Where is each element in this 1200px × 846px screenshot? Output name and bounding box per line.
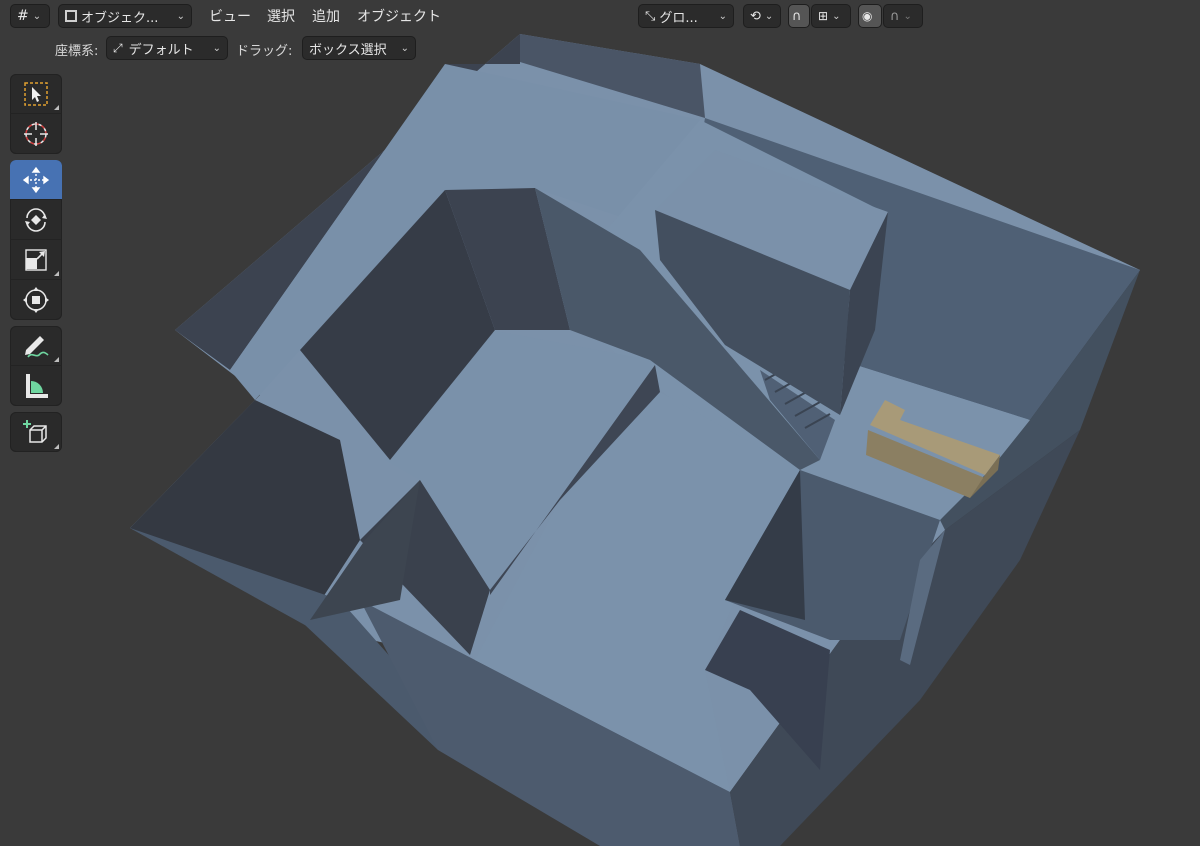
orientation-icon: ⤡ — [645, 8, 656, 24]
measure-tool[interactable] — [10, 366, 62, 406]
chevron-down-icon: ⌄ — [212, 42, 221, 54]
chevron-down-icon: ⌄ — [832, 10, 841, 22]
annotate-pencil-icon — [25, 335, 49, 358]
snap-magnet-icon: ∩ — [792, 8, 802, 24]
move-icon — [22, 166, 50, 193]
snap-increment-icon: ⊞ — [818, 9, 829, 23]
submenu-corner-icon — [54, 105, 59, 110]
tool-group-select — [10, 74, 62, 154]
menu-select[interactable]: 選択 — [267, 6, 295, 26]
annotate-tool[interactable] — [10, 326, 62, 366]
drag-dropdown[interactable]: ボックス選択 ⌄ — [302, 36, 416, 60]
chevron-down-icon: ⌄ — [764, 10, 774, 22]
menu-object[interactable]: オブジェクト — [357, 6, 441, 26]
transform-icon — [23, 287, 49, 313]
coord-system-dropdown[interactable]: ⤢ デフォルト ⌄ — [106, 36, 228, 60]
tool-group-add — [10, 412, 62, 452]
menu-view[interactable]: ビュー — [209, 6, 251, 26]
menu-add[interactable]: 追加 — [312, 6, 340, 26]
chevron-down-icon: ⌄ — [903, 10, 912, 22]
add-cube-icon — [23, 420, 47, 443]
pivot-icon: ⟲ — [750, 8, 761, 24]
submenu-corner-icon — [54, 357, 59, 362]
object-mode-label: オブジェク... — [81, 10, 159, 26]
submenu-corner-icon — [54, 271, 59, 276]
select-box-tool[interactable] — [10, 74, 62, 114]
orientation-label: グロ... — [659, 10, 698, 26]
object-mode-dropdown[interactable]: オブジェク... ⌄ — [58, 4, 192, 28]
falloff-curve-icon: ∩ — [890, 8, 900, 24]
snap-target-dropdown[interactable]: ⊞ ⌄ — [811, 4, 851, 28]
select-box-icon — [24, 81, 48, 106]
drag-label: ドラッグ: — [236, 44, 293, 59]
scale-tool[interactable] — [10, 240, 62, 280]
coord-axis-icon: ⤢ — [113, 40, 123, 55]
rotate-tool[interactable] — [10, 200, 62, 240]
transform-tool[interactable] — [10, 280, 62, 320]
tool-settings-row: 座標系: ⤢ デフォルト ⌄ ドラッグ: ボックス選択 ⌄ — [0, 36, 500, 62]
transform-orientation-dropdown[interactable]: ⤡ グロ... ⌄ — [638, 4, 734, 28]
proportional-edit-icon: ◉ — [862, 9, 873, 23]
snap-toggle[interactable]: ∩ — [788, 4, 810, 28]
left-toolbar — [10, 74, 62, 458]
coord-system-label: 座標系: — [55, 44, 99, 59]
measure-ruler-icon — [26, 374, 48, 398]
add-cube-tool[interactable] — [10, 412, 62, 452]
cursor-tool[interactable] — [10, 114, 62, 154]
object-mode-icon — [65, 10, 77, 22]
move-tool[interactable] — [10, 160, 62, 200]
viewport-header: # ⌄ オブジェク... ⌄ ビュー 選択 追加 オブジェクト ⤡ グロ... … — [0, 0, 1200, 32]
proportional-edit-toggle[interactable]: ◉ — [858, 4, 882, 28]
coord-system-value: デフォルト — [128, 42, 194, 58]
editor-type-icon: # — [17, 8, 29, 24]
tool-group-transform — [10, 160, 62, 320]
submenu-corner-icon — [54, 444, 59, 449]
editor-type-button[interactable]: # ⌄ — [10, 4, 50, 28]
scale-icon — [25, 248, 47, 271]
chevron-down-icon: ⌄ — [718, 10, 727, 22]
falloff-dropdown[interactable]: ∩ ⌄ — [883, 4, 923, 28]
chevron-down-icon: ⌄ — [176, 10, 185, 22]
tool-group-annotate — [10, 326, 62, 406]
rotate-icon — [25, 207, 47, 232]
chevron-down-icon: ⌄ — [32, 10, 42, 22]
chevron-down-icon: ⌄ — [400, 42, 409, 54]
drag-value: ボックス選択 — [309, 42, 387, 58]
pivot-point-dropdown[interactable]: ⟲ ⌄ — [743, 4, 781, 28]
cursor-icon — [24, 122, 48, 146]
viewport-3d-scene[interactable] — [0, 0, 1200, 846]
